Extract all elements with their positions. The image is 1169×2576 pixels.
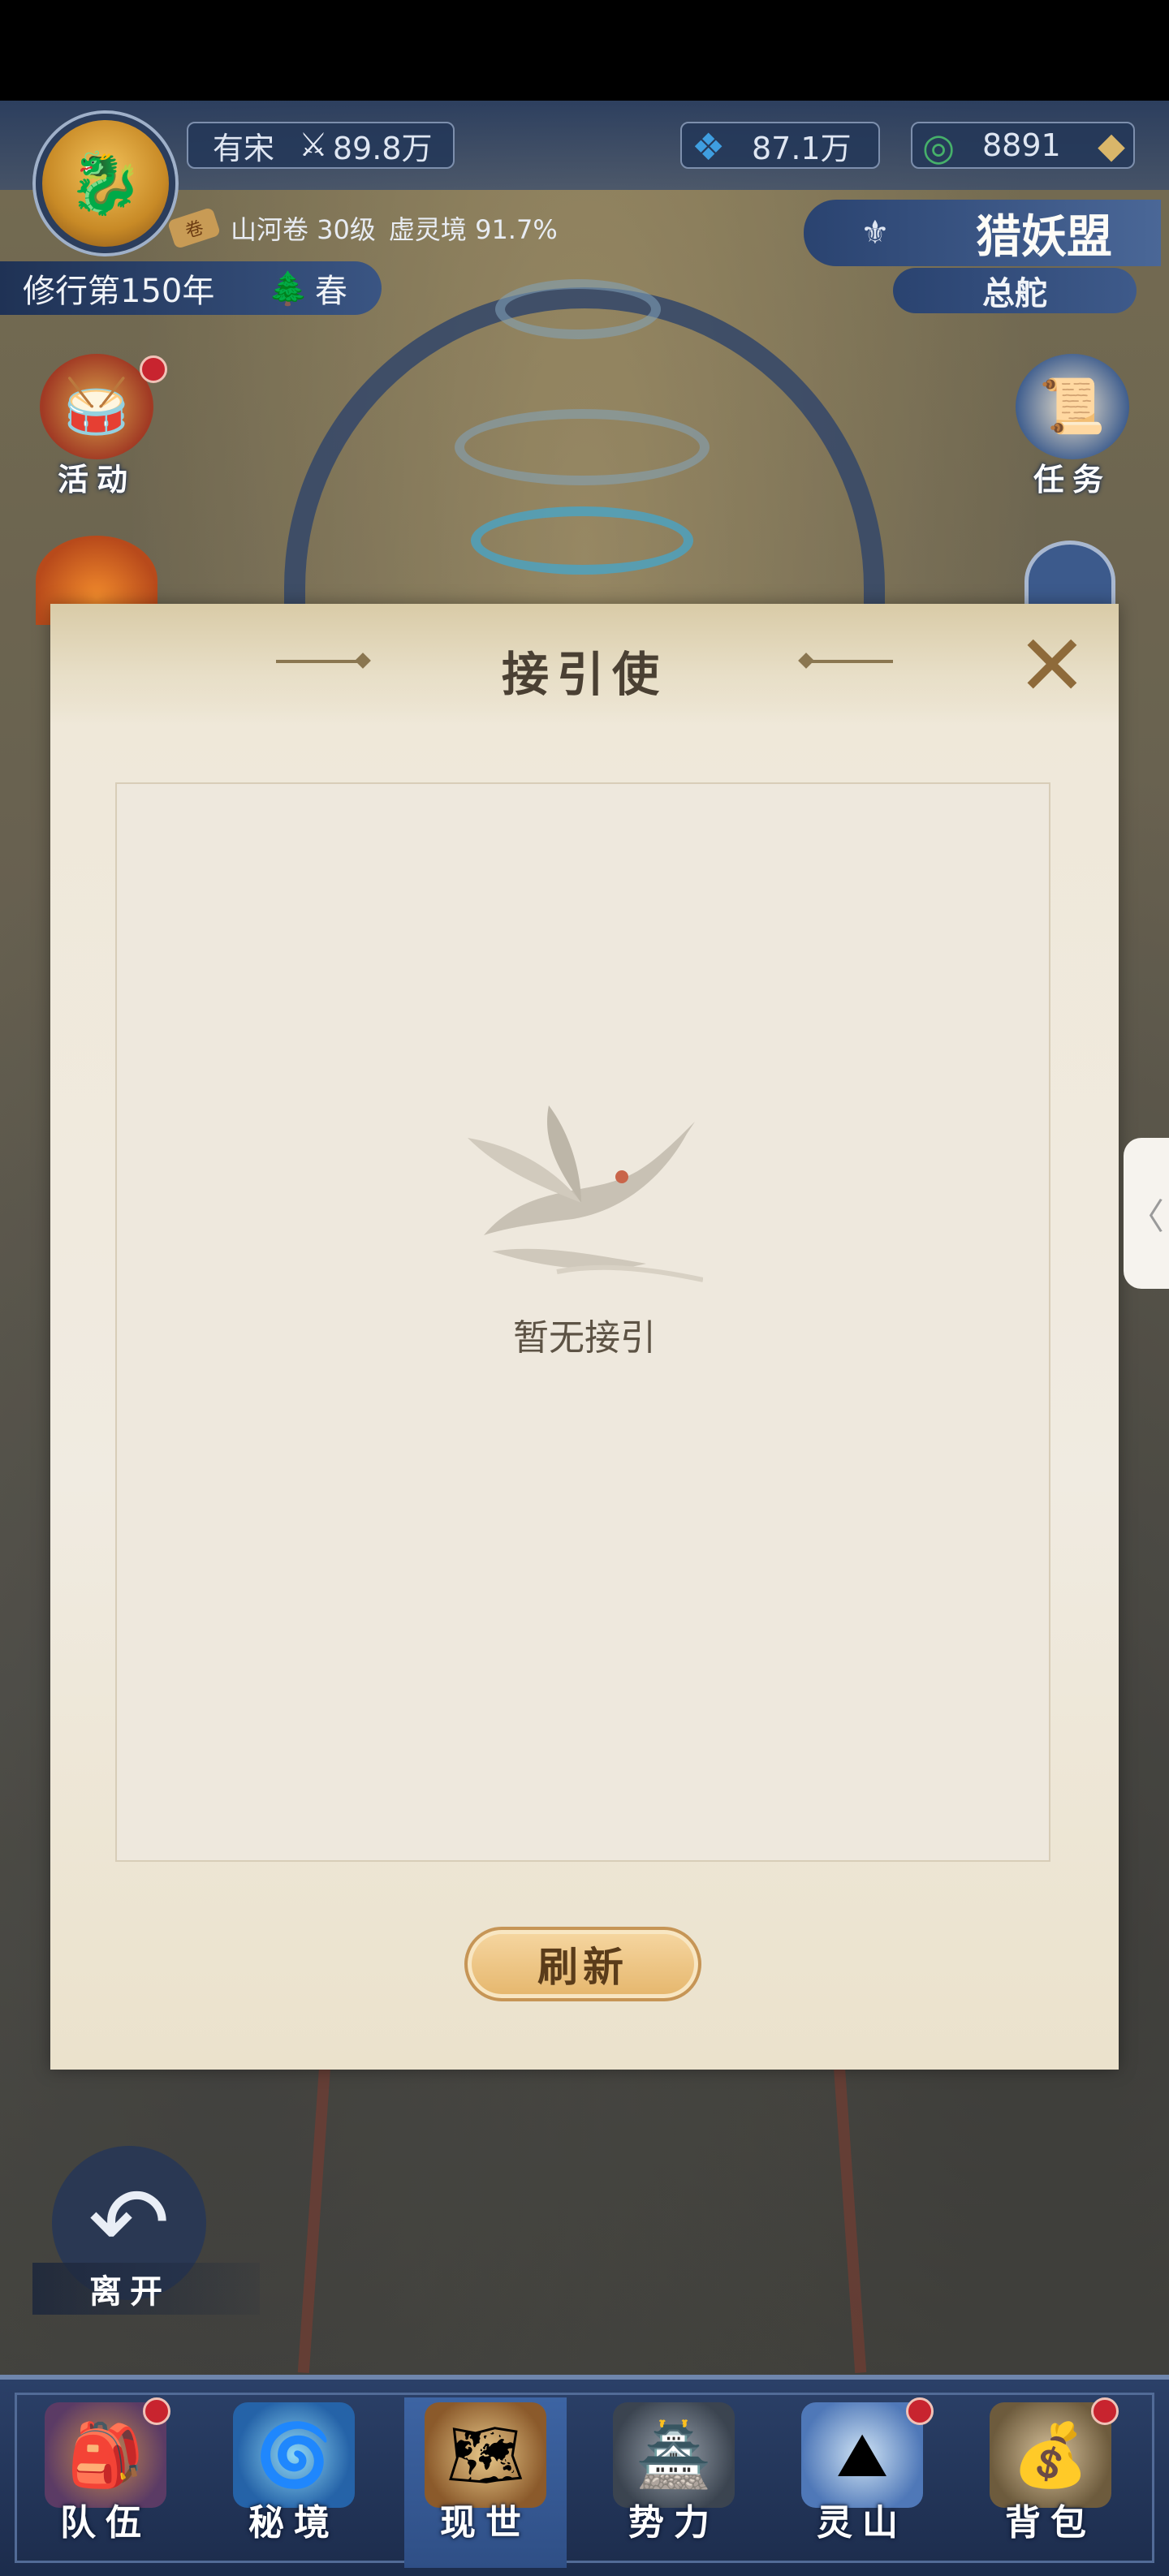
- portal-ring: [471, 506, 693, 575]
- nav-item-backpack[interactable]: 💰 背包: [969, 2397, 1132, 2568]
- nav-label: 背包: [1005, 2502, 1096, 2544]
- player-info-pill[interactable]: 有宋 ⚔ 89.8万: [187, 122, 455, 169]
- nav-label: 秘境: [248, 2502, 339, 2544]
- activity-label: 活动: [57, 462, 136, 498]
- path-beam: [833, 2064, 867, 2374]
- nav-item-spirit-mountain[interactable]: ⛰ 灵山: [781, 2397, 943, 2568]
- nav-label: 势力: [628, 2502, 719, 2544]
- jade-icon: ◎: [922, 125, 955, 169]
- activity-button[interactable]: 🥁 活动: [36, 354, 167, 499]
- nav-item-secret-realm[interactable]: 🌀 秘境: [213, 2397, 375, 2568]
- sword-icon: ⚔: [299, 127, 328, 164]
- status-bar: [0, 0, 1169, 101]
- league-subtitle: 总舵: [982, 275, 1047, 312]
- scroll-icon: 卷: [166, 206, 222, 250]
- path-beam: [297, 2064, 331, 2374]
- scroll-level: 山河卷 30级: [231, 214, 376, 245]
- secret-realm-icon: 🌀: [233, 2402, 355, 2508]
- progress-line[interactable]: 卷 山河卷 30级 虚灵境 91.7%: [166, 206, 558, 250]
- spirit-mountain-icon: ⛰: [801, 2402, 923, 2508]
- resource2-value: 8891: [982, 127, 1061, 163]
- close-icon: ✕: [1016, 616, 1088, 715]
- cultivation-year: 修行第150年 🌲 春: [0, 261, 382, 315]
- nav-label: 现世: [440, 2502, 531, 2544]
- resource-pill-1[interactable]: ❖ 87.1万: [680, 122, 880, 169]
- resource-pill-2[interactable]: ◎ 8891 ◆: [911, 122, 1135, 169]
- bottom-navigation: 🎒 队伍 🌀 秘境 🗺 现世 🏯 势力 ⛰ 灵山 💰 背包: [0, 2375, 1169, 2576]
- task-scroll-icon: 📜: [1016, 354, 1129, 459]
- faction-icon: 🏯: [613, 2402, 735, 2508]
- season-text: 春: [314, 273, 347, 310]
- notification-dot: [143, 2397, 170, 2425]
- side-expand-handle[interactable]: 〈: [1124, 1138, 1169, 1289]
- crane-icon: [468, 1105, 703, 1282]
- leave-label: 离开: [32, 2263, 260, 2315]
- power-value: 89.8万: [332, 130, 433, 166]
- notification-dot: [906, 2397, 934, 2425]
- empty-message: 暂无接引: [513, 1317, 656, 1359]
- modal-title: 接引使: [501, 647, 667, 702]
- realm-progress: 虚灵境 91.7%: [388, 214, 558, 245]
- portal-ring: [455, 409, 710, 485]
- notification-dot: [140, 355, 167, 383]
- chevron-left-icon: 〈: [1128, 1196, 1164, 1238]
- leave-button[interactable]: ↶ 离开: [32, 2143, 260, 2321]
- year-text: 修行第150年: [23, 273, 215, 310]
- league-emblem-icon: ⚜: [861, 214, 890, 252]
- league-title: 猎妖盟: [976, 210, 1112, 264]
- nav-label: 队伍: [60, 2502, 151, 2544]
- league-banner[interactable]: ⚜ 猎妖盟: [804, 200, 1161, 266]
- nav-label: 灵山: [817, 2502, 908, 2544]
- tree-icon: 🌲: [268, 269, 308, 308]
- spirit-crystal-icon: ❖: [692, 125, 726, 169]
- portal-ring: [495, 279, 661, 339]
- resource1-value: 87.1万: [752, 130, 852, 166]
- player-avatar[interactable]: 🐉: [36, 114, 175, 253]
- add-icon[interactable]: ◆: [1098, 125, 1125, 166]
- season: 🌲 春: [268, 261, 347, 315]
- world-icon: 🗺: [425, 2402, 546, 2508]
- task-button[interactable]: 📜 任务: [1012, 354, 1133, 499]
- drum-icon: 🥁: [40, 354, 153, 459]
- refresh-button[interactable]: 刷新: [464, 1927, 701, 2001]
- league-sub-banner[interactable]: 总舵: [893, 268, 1137, 313]
- notification-dot: [1091, 2397, 1119, 2425]
- nav-item-faction[interactable]: 🏯 势力: [593, 2397, 755, 2568]
- task-label: 任务: [1033, 462, 1111, 498]
- nav-item-team[interactable]: 🎒 队伍: [24, 2397, 187, 2568]
- dragon-icon: 🐉: [67, 148, 144, 218]
- nav-item-world[interactable]: 🗺 现世: [404, 2397, 567, 2568]
- player-name: 有宋: [213, 130, 275, 166]
- close-button[interactable]: ✕: [1015, 623, 1089, 708]
